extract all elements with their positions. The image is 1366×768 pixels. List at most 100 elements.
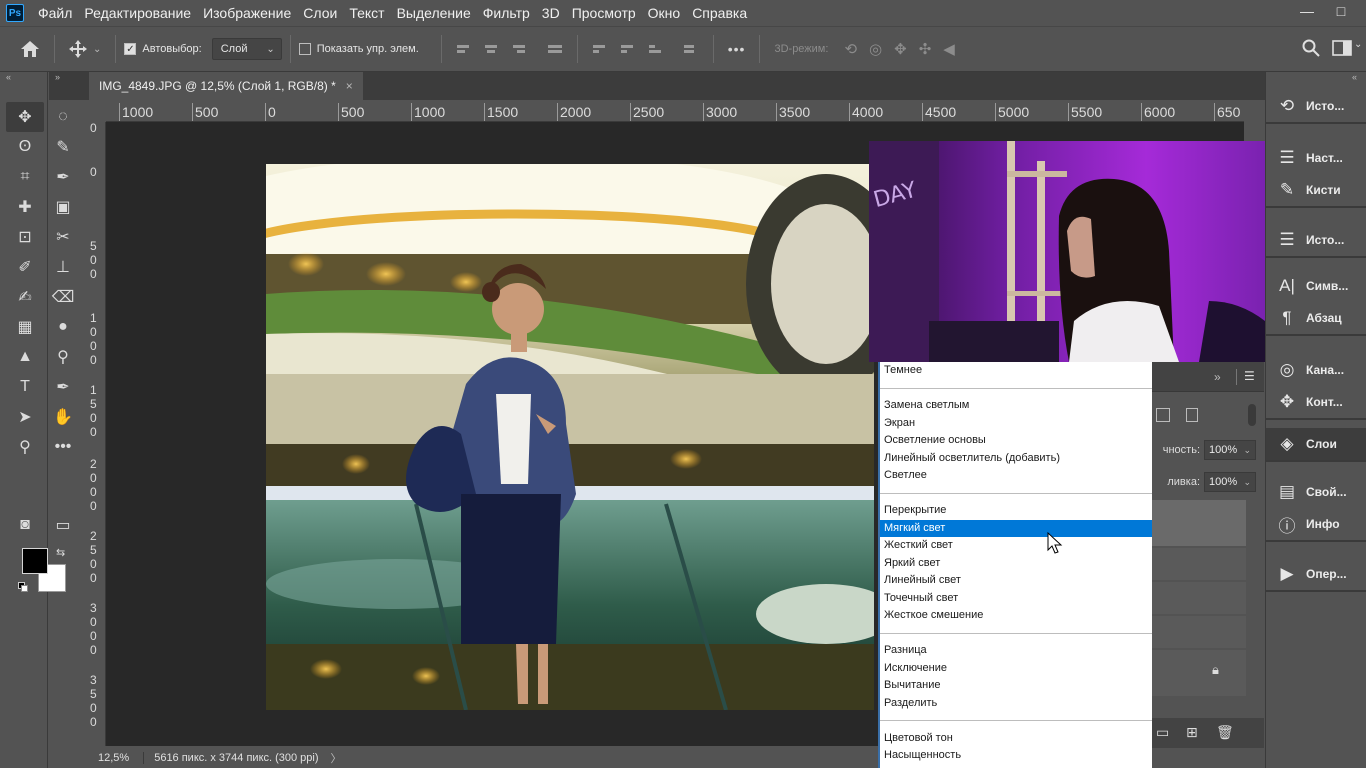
3d-pan-icon[interactable]: ✥ [888, 40, 913, 58]
gradient-tool-icon[interactable]: ▦ [6, 312, 44, 342]
eraser-tool-icon[interactable]: ⌫ [44, 282, 82, 312]
dodge-tool-icon[interactable]: ⚲ [44, 342, 82, 372]
blend-mode-option[interactable]: Замена светлым [880, 397, 1152, 415]
lock-position-icon[interactable] [1186, 408, 1198, 422]
blend-mode-option[interactable]: Точечный свет [880, 590, 1152, 608]
blend-mode-option[interactable]: Жесткий свет [880, 537, 1152, 555]
3d-orbit-icon[interactable]: ⟲ [838, 40, 863, 58]
collapse-arrows-icon[interactable]: « [6, 72, 11, 82]
menu-item[interactable]: Просмотр [566, 0, 642, 26]
menu-item[interactable]: Редактирование [78, 0, 197, 26]
expand-arrows-icon[interactable]: » [1214, 370, 1221, 384]
align-middle-vertical-icon[interactable] [620, 42, 635, 56]
blend-mode-option[interactable]: Перекрытие [880, 502, 1152, 520]
align-bottom-icon[interactable] [648, 42, 663, 56]
new-group-icon[interactable]: ▭ [1156, 724, 1169, 741]
dock-item-adjustments[interactable]: ☰ Наст... [1266, 142, 1366, 174]
pen-path-tool-icon[interactable]: ▲ [6, 342, 44, 372]
layer-row-selected[interactable] [1152, 500, 1246, 546]
new-layer-icon[interactable]: ⊞ [1186, 724, 1198, 741]
dock-item-character[interactable]: A| Симв... [1266, 270, 1366, 302]
menu-item[interactable]: 3D [536, 0, 566, 26]
brush-tool-icon[interactable]: ✐ [6, 252, 44, 282]
layer-row[interactable] [1152, 548, 1246, 580]
stamp-tool-icon[interactable]: ⊥ [44, 252, 82, 282]
blend-mode-option[interactable]: Линейный свет [880, 572, 1152, 590]
path-select-tool-icon[interactable]: ➤ [6, 402, 44, 432]
dock-item-paths[interactable]: ✥ Конт... [1266, 386, 1366, 418]
layer-row[interactable] [1152, 616, 1246, 648]
delete-layer-icon[interactable]: 🗑︎ [1216, 724, 1234, 741]
menu-item[interactable]: Текст [343, 0, 390, 26]
status-menu-arrow-icon[interactable]: 〉 [331, 750, 342, 766]
zoom-level[interactable]: 12,5% [86, 752, 145, 764]
panel-menu-icon[interactable]: ☰ [1244, 369, 1255, 383]
crop-tool-icon[interactable]: ⌗ [6, 162, 44, 192]
dock-item-info[interactable]: ⓘ Инфо [1266, 508, 1366, 540]
blend-mode-option[interactable]: Линейный осветлитель (добавить) [880, 450, 1152, 468]
transform-tool-icon[interactable]: ⊡ [6, 222, 44, 252]
dock-item-channels[interactable]: ◎ Кана... [1266, 354, 1366, 386]
layer-row-background[interactable]: 🔒︎ [1152, 650, 1246, 696]
align-left-icon[interactable] [456, 42, 471, 56]
menu-item[interactable]: Справка [686, 0, 753, 26]
bandage-tool-icon[interactable]: ▣ [44, 192, 82, 222]
blend-mode-option[interactable]: Исключение [880, 660, 1152, 678]
blend-mode-option[interactable]: Осветление основы [880, 432, 1152, 450]
distribute-vertical-icon[interactable] [683, 42, 698, 56]
align-top-icon[interactable] [592, 42, 607, 56]
dock-item-history[interactable]: ⟲ Исто... [1266, 90, 1366, 122]
3d-slide-icon[interactable]: ✣ [913, 40, 938, 58]
swap-colors-icon[interactable]: ⇆ [56, 546, 65, 559]
menu-item[interactable]: Слои [297, 0, 343, 26]
move-tool-preset-icon[interactable]: ⌄ [63, 40, 107, 58]
align-center-horizontal-icon[interactable] [484, 42, 499, 56]
blend-mode-option[interactable]: Насыщенность [880, 747, 1152, 765]
collapse-arrows-icon[interactable]: » [55, 72, 60, 82]
layer-row[interactable] [1152, 582, 1246, 614]
align-right-icon[interactable] [512, 42, 527, 56]
blend-mode-option[interactable]: Темнее [880, 362, 1152, 380]
eyedropper-tool-icon[interactable]: ✒ [44, 162, 82, 192]
blend-mode-option[interactable]: Яркий свет [880, 555, 1152, 573]
photoshop-logo-icon[interactable]: Ps [6, 4, 24, 22]
menu-item[interactable]: Изображение [197, 0, 297, 26]
show-transform-controls-checkbox[interactable] [298, 43, 311, 55]
type-tool-icon[interactable]: T [6, 372, 44, 402]
filter-toggle[interactable] [1248, 404, 1256, 426]
blend-mode-option[interactable]: Разделить [880, 695, 1152, 713]
blend-mode-option[interactable]: Разница [880, 642, 1152, 660]
document-image[interactable] [266, 164, 874, 710]
lasso-tool-icon[interactable]: ʘ [6, 132, 44, 162]
document-tab[interactable]: IMG_4849.JPG @ 12,5% (Слой 1, RGB/8) * × [89, 72, 363, 100]
distribute-horizontal-icon[interactable] [547, 42, 562, 56]
lock-artboard-icon[interactable] [1156, 408, 1170, 422]
opacity-field[interactable]: 100% ⌄ [1204, 440, 1256, 460]
autoselect-dropdown[interactable]: Слой ⌄ [211, 38, 282, 60]
history-brush-tool-icon[interactable]: ✍ [6, 282, 44, 312]
menu-item[interactable]: Окно [642, 0, 687, 26]
collapse-arrows-icon[interactable]: « [1352, 72, 1357, 82]
blend-mode-option[interactable]: Вычитание [880, 677, 1152, 695]
marquee-tool-icon[interactable]: ◌ [44, 102, 82, 132]
3d-roll-icon[interactable]: ◎ [863, 40, 888, 58]
horizontal-ruler[interactable]: 1000 500 0 500 1000 1500 2000 2500 3000 3500 4000 4… [106, 100, 1244, 122]
more-options-icon[interactable]: ••• [722, 41, 752, 57]
autoselect-checkbox[interactable]: ✓ [124, 43, 137, 55]
pen-tool-icon[interactable]: ✒ [44, 372, 82, 402]
maximize-icon[interactable]: □ [1324, 0, 1358, 22]
chevron-down-icon[interactable]: ⌄ [1348, 39, 1366, 50]
quickmask-tool-icon[interactable]: ◙ [6, 510, 44, 540]
screen-mode-tool-icon[interactable]: ▭ [44, 510, 82, 540]
dock-item-properties[interactable]: ▤ Свой... [1266, 476, 1366, 508]
home-icon[interactable] [14, 40, 46, 58]
search-icon[interactable] [1296, 39, 1326, 57]
dock-item-history2[interactable]: ☰ Исто... [1266, 224, 1366, 256]
menu-item[interactable]: Выделение [391, 0, 477, 26]
blend-mode-option[interactable]: Цветовой тон [880, 730, 1152, 748]
more-tools-icon[interactable]: ••• [44, 432, 82, 462]
move-tool-icon[interactable]: ✥ [6, 102, 44, 132]
zoom-tool-icon[interactable]: ⚲ [6, 432, 44, 462]
foreground-color-swatch[interactable] [22, 548, 48, 574]
3d-scale-icon[interactable]: ◀ [937, 40, 961, 58]
